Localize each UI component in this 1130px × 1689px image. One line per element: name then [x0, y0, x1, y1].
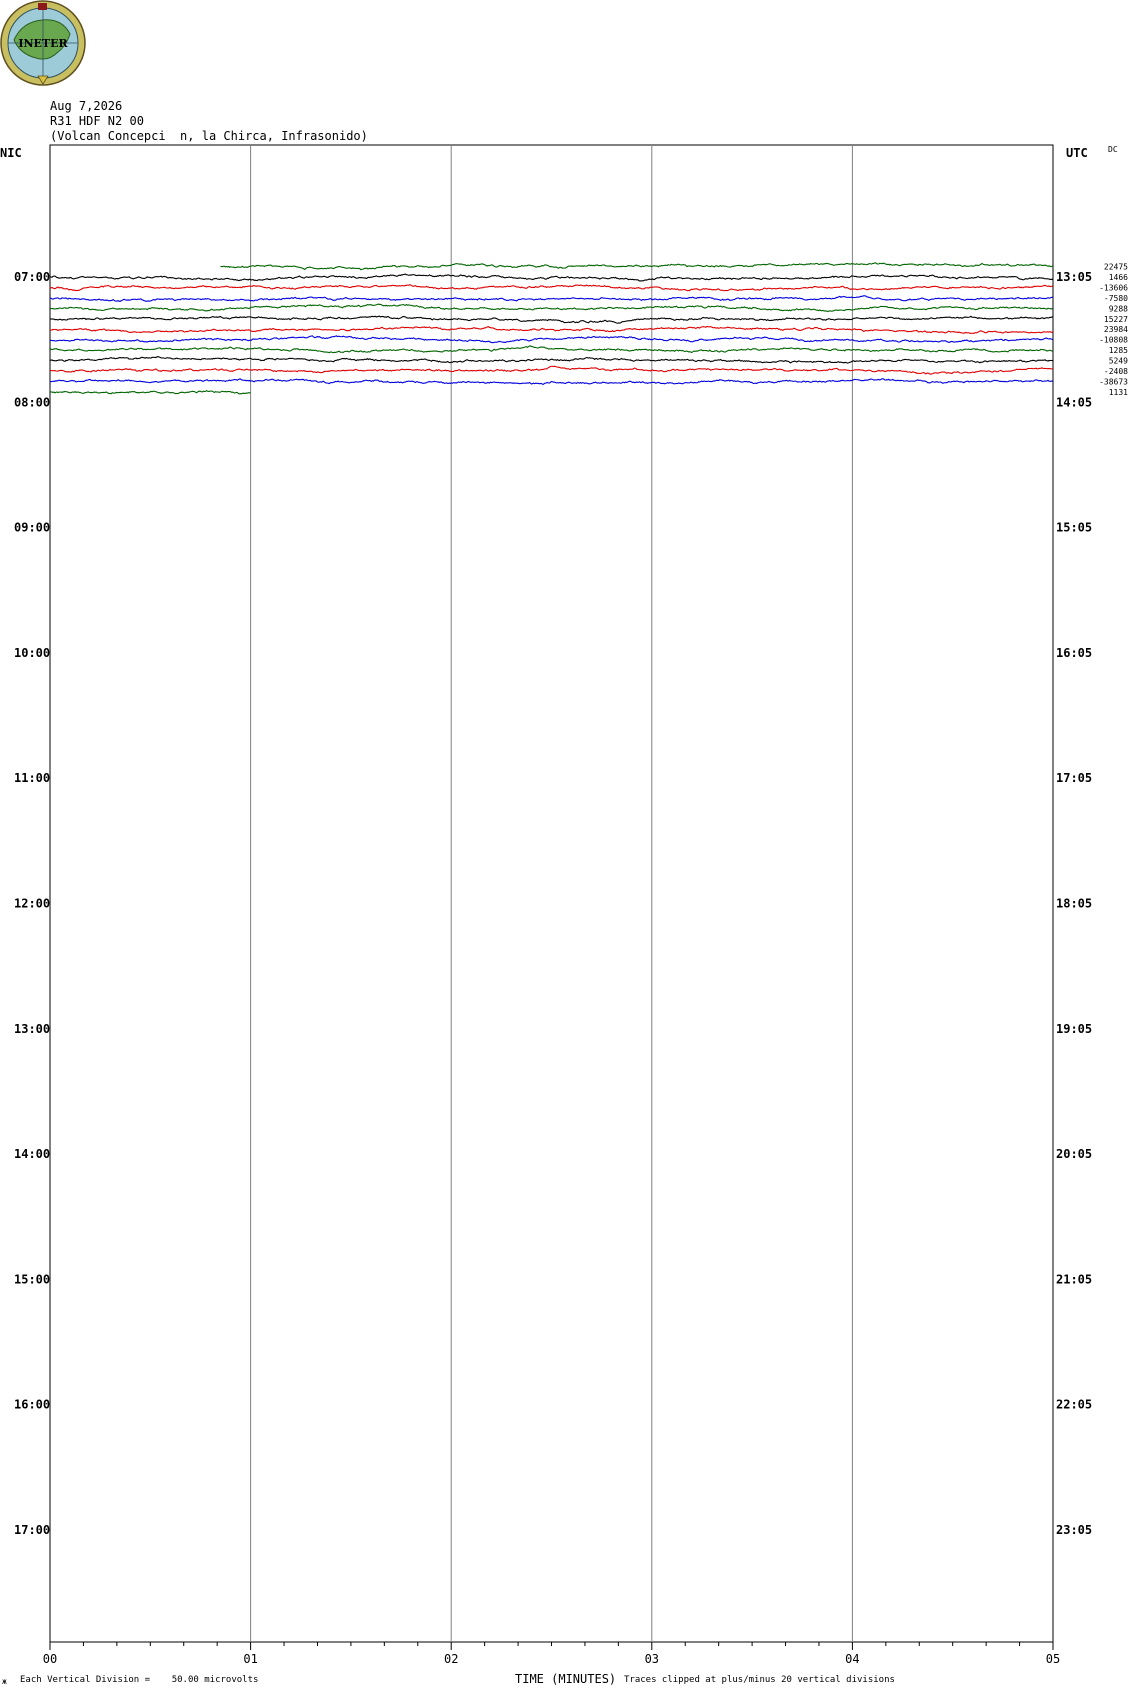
- x-tick-label: 02: [444, 1652, 458, 1666]
- trace-line: [49, 365, 1054, 375]
- right-hour-label: 15:05: [1056, 521, 1092, 535]
- dc-offset-label: 22475: [1104, 263, 1128, 272]
- right-hour-label: 17:05: [1056, 771, 1092, 785]
- dc-offset-label: -13606: [1099, 283, 1128, 292]
- trace-line: [49, 315, 1054, 324]
- x-axis-label: TIME (MINUTES): [515, 1672, 616, 1686]
- right-hour-label: 19:05: [1056, 1022, 1092, 1036]
- left-hour-label: 07:00: [14, 270, 50, 284]
- trace-line: [220, 262, 1054, 271]
- dc-offset-label: 1131: [1109, 388, 1128, 397]
- x-tick-label: 00: [43, 1652, 57, 1666]
- left-hour-label: 16:00: [14, 1398, 50, 1412]
- right-hour-label: 22:05: [1056, 1398, 1092, 1412]
- label-group: 00 01 02 03 04 05 07:00 08:00 09:00 10:00 11:00 12:…: [14, 263, 1128, 1666]
- dc-offset-label: 9288: [1109, 304, 1128, 313]
- x-tick-label: 03: [645, 1652, 659, 1666]
- x-tick-label: 01: [243, 1652, 257, 1666]
- right-hour-label: 23:05: [1056, 1523, 1092, 1537]
- footer-clip-note: Traces clipped at plus/minus 20 vertical…: [624, 1675, 895, 1685]
- right-hour-label: 13:05: [1056, 270, 1092, 284]
- footer-scale: Each Vertical Division = 50.00 microvolt…: [20, 1675, 258, 1685]
- trace-line: [49, 325, 1054, 334]
- left-hour-label: 13:00: [14, 1022, 50, 1036]
- trace-line: [49, 335, 1054, 344]
- dc-offset-label: -38673: [1099, 377, 1128, 386]
- right-hour-label: 21:05: [1056, 1272, 1092, 1286]
- left-hour-label: 15:00: [14, 1272, 50, 1286]
- corner-right-label: UTC: [1066, 146, 1088, 160]
- dc-offset-label: 1285: [1109, 346, 1128, 355]
- dc-offset-label: -10808: [1099, 336, 1128, 345]
- left-hour-label: 17:00: [14, 1523, 50, 1537]
- dc-offset-label: 5249: [1109, 357, 1128, 366]
- trace-line: [49, 378, 1054, 385]
- dc-offset-label: -7580: [1104, 294, 1128, 303]
- left-hour-label: 09:00: [14, 521, 50, 535]
- left-hour-label: 11:00: [14, 771, 50, 785]
- dc-column-label: DC: [1108, 145, 1118, 154]
- corner-left-label: NIC: [0, 146, 22, 160]
- right-hour-label: 18:05: [1056, 897, 1092, 911]
- trace-line: [49, 295, 1054, 303]
- right-hour-label: 16:05: [1056, 646, 1092, 660]
- dc-offset-label: 15227: [1104, 315, 1128, 324]
- trace-line: [49, 390, 251, 395]
- trace-line: [49, 355, 1054, 364]
- left-hour-label: 10:00: [14, 646, 50, 660]
- x-tick-label: 04: [845, 1652, 859, 1666]
- helicorder-plot: 00 01 02 03 04 05 07:00 08:00 09:00 10:00 11:00 12:…: [0, 144, 1128, 1686]
- left-hour-label: 12:00: [14, 897, 50, 911]
- right-hour-label: 14:05: [1056, 395, 1092, 409]
- left-hour-label: 08:00: [14, 395, 50, 409]
- dc-offset-label: -2408: [1104, 367, 1128, 376]
- trace-line: [49, 345, 1054, 354]
- left-hour-label: 14:00: [14, 1147, 50, 1161]
- dc-offset-label: 1466: [1109, 273, 1128, 282]
- right-hour-label: 20:05: [1056, 1147, 1092, 1161]
- footer-corner-mark: ж: [2, 1677, 7, 1686]
- trace-group: [49, 262, 1054, 395]
- x-tick-label: 05: [1046, 1652, 1060, 1666]
- trace-line: [49, 303, 1054, 313]
- trace-line: [50, 284, 1054, 292]
- trace-line: [49, 273, 1054, 282]
- dc-offset-label: 23984: [1104, 325, 1128, 334]
